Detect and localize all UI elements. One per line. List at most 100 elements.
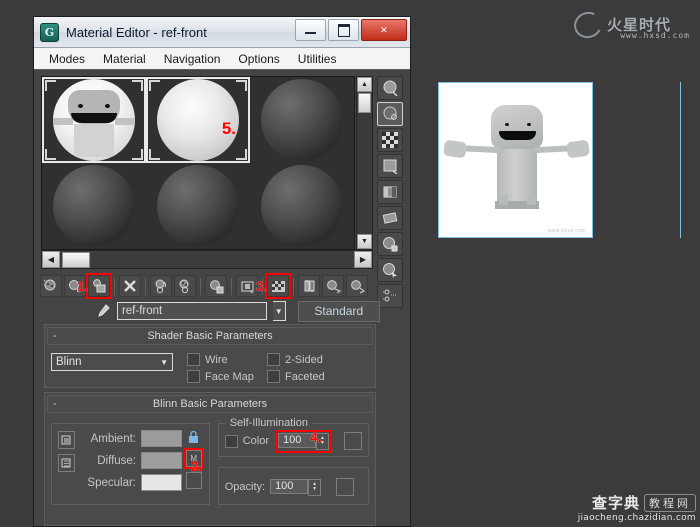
material-name-input[interactable]: ref-front — [116, 302, 267, 320]
shader-type-select[interactable]: Blinn ▼ — [51, 353, 173, 371]
material-name-dropdown-arrow[interactable]: ▼ — [272, 301, 286, 321]
slot-horizontal-scrollbar[interactable]: ◀ ▶ — [41, 250, 373, 269]
sample-slot-2[interactable]: 5. — [146, 77, 250, 163]
checkbox-facemap[interactable]: Face Map — [187, 370, 261, 383]
get-material-icon[interactable] — [40, 275, 62, 297]
go-forward-to-sibling-icon[interactable] — [346, 275, 368, 297]
annotation-5: 5. — [221, 119, 236, 138]
maximize-button[interactable] — [328, 19, 359, 41]
put-to-library-icon[interactable] — [205, 275, 227, 297]
sample-slot-1[interactable] — [42, 77, 146, 163]
make-preview-icon[interactable] — [376, 206, 403, 230]
background-checker-icon[interactable] — [376, 128, 403, 152]
sample-slot-4[interactable] — [42, 163, 146, 249]
sample-slot-6[interactable] — [250, 163, 354, 249]
material-type-button[interactable]: Standard — [297, 300, 381, 322]
shader-rollout-title: Shader Basic Parameters — [147, 330, 273, 342]
show-end-result-icon[interactable] — [298, 275, 320, 297]
menu-options[interactable]: Options — [229, 50, 288, 68]
blinn-rollout-title: Blinn Basic Parameters — [152, 398, 268, 410]
video-color-check-icon[interactable] — [376, 180, 403, 204]
menu-modes[interactable]: Modes — [40, 50, 94, 68]
diffuse-specular-lock-toggle[interactable] — [58, 454, 75, 472]
checkbox-faceted[interactable]: Faceted — [267, 370, 341, 383]
sample-slot-5[interactable] — [146, 163, 250, 249]
options-icon[interactable] — [376, 232, 403, 256]
self-illum-color-checkbox[interactable] — [224, 434, 238, 448]
shader-rollout-header[interactable]: - Shader Basic Parameters — [47, 327, 373, 345]
specular-label: Specular: — [87, 476, 136, 489]
material-id-channel-icon[interactable] — [376, 284, 403, 308]
blinn-rollout-collapse-icon[interactable]: - — [53, 398, 57, 410]
diffuse-color-swatch[interactable] — [141, 452, 182, 469]
close-button[interactable]: × — [361, 19, 407, 41]
shader-type-value: Blinn — [56, 356, 82, 368]
make-material-copy-icon[interactable] — [150, 275, 172, 297]
show-map-in-viewport-icon[interactable]: 3. — [256, 273, 291, 299]
eyedropper-icon[interactable] — [95, 301, 111, 321]
menu-utilities[interactable]: Utilities — [289, 50, 346, 68]
specular-color-swatch[interactable] — [141, 474, 182, 491]
material-effects-channel-icon[interactable] — [236, 275, 258, 297]
select-by-material-icon[interactable] — [376, 258, 403, 282]
desktop-background: 火星时代 www.hxsd.com www.hxsd.com 查字典 教程网 j… — [0, 0, 700, 527]
material-name-row: ref-front ▼ Standard — [40, 300, 381, 322]
watermark-bottom-url: jiaocheng.chazidian.com — [577, 513, 696, 523]
window-titlebar[interactable]: G Material Editor - ref-front × — [34, 17, 410, 48]
slot-scroll-down-arrow[interactable]: ▼ — [357, 234, 372, 249]
chevron-down-icon[interactable]: ▼ — [160, 358, 168, 367]
lock-icon[interactable] — [188, 430, 199, 445]
slot-vertical-scrollbar[interactable]: ▲ ▼ — [356, 76, 373, 250]
sample-type-sphere-icon[interactable] — [376, 76, 403, 100]
diffuse-map-button[interactable]: M 2. — [183, 448, 204, 474]
sample-uv-tiling-icon[interactable] — [376, 154, 403, 178]
material-editor-window: G Material Editor - ref-front × Modes Ma… — [33, 16, 411, 527]
assign-material-to-selection-icon[interactable]: 1. — [77, 273, 112, 299]
slot-scroll-left-arrow[interactable]: ◀ — [42, 251, 60, 268]
slot-5-preview — [157, 165, 239, 247]
slot-6-preview — [261, 165, 343, 247]
slot-scroll-right-arrow[interactable]: ▶ — [354, 251, 372, 268]
max-logo-icon: G — [40, 22, 59, 42]
shader-rollout-collapse-icon[interactable]: - — [53, 330, 57, 342]
slot-1-preview — [53, 79, 135, 161]
checkbox-2sided[interactable]: 2-Sided — [267, 353, 341, 366]
opacity-map-button[interactable] — [336, 478, 355, 496]
model-eye-left — [505, 123, 509, 126]
watermark-hxsd: 火星时代 www.hxsd.com — [570, 4, 696, 44]
wire-checkbox[interactable] — [187, 353, 200, 366]
menu-navigation[interactable]: Navigation — [155, 50, 230, 68]
minimize-button[interactable] — [295, 19, 326, 41]
slot-scroll-up-arrow[interactable]: ▲ — [357, 77, 372, 92]
viewport-caption: www.hxsd.com — [547, 228, 586, 234]
ambient-diffuse-lock-toggle[interactable] — [58, 431, 75, 449]
sample-slot-3[interactable] — [250, 77, 354, 163]
specular-map-button[interactable] — [185, 472, 202, 489]
model-hand-right — [565, 139, 591, 159]
blinn-rollout-header[interactable]: - Blinn Basic Parameters — [47, 395, 373, 413]
make-unique-icon[interactable] — [174, 275, 196, 297]
viewport-render-preview[interactable]: www.hxsd.com — [438, 82, 593, 238]
checkbox-wire[interactable]: Wire — [187, 353, 261, 366]
self-illum-map-button[interactable] — [344, 432, 362, 450]
opacity-spinner[interactable]: ▲ ▼ — [308, 478, 322, 496]
faceted-checkbox[interactable] — [267, 370, 280, 383]
viewport-right-edge — [680, 82, 681, 238]
go-to-parent-icon[interactable] — [322, 275, 344, 297]
backlight-icon[interactable] — [376, 102, 403, 126]
two-sided-checkbox[interactable] — [267, 353, 280, 366]
model-leg-right — [527, 195, 536, 205]
slot-vscroll-thumb[interactable] — [358, 93, 371, 113]
slot-3-preview — [261, 79, 343, 161]
slot-hscroll-thumb[interactable] — [62, 251, 90, 268]
window-buttons: × — [295, 19, 407, 41]
hxsd-ring-icon — [570, 8, 606, 42]
menu-material[interactable]: Material — [94, 50, 155, 68]
reset-map-icon[interactable] — [119, 275, 141, 297]
model-head — [491, 105, 543, 149]
opacity-value-input[interactable]: 100 — [270, 478, 309, 494]
ambient-color-swatch[interactable] — [141, 430, 182, 447]
face-map-checkbox[interactable] — [187, 370, 200, 383]
faceted-label: Faceted — [285, 370, 325, 383]
diffuse-label: Diffuse: — [97, 454, 136, 467]
